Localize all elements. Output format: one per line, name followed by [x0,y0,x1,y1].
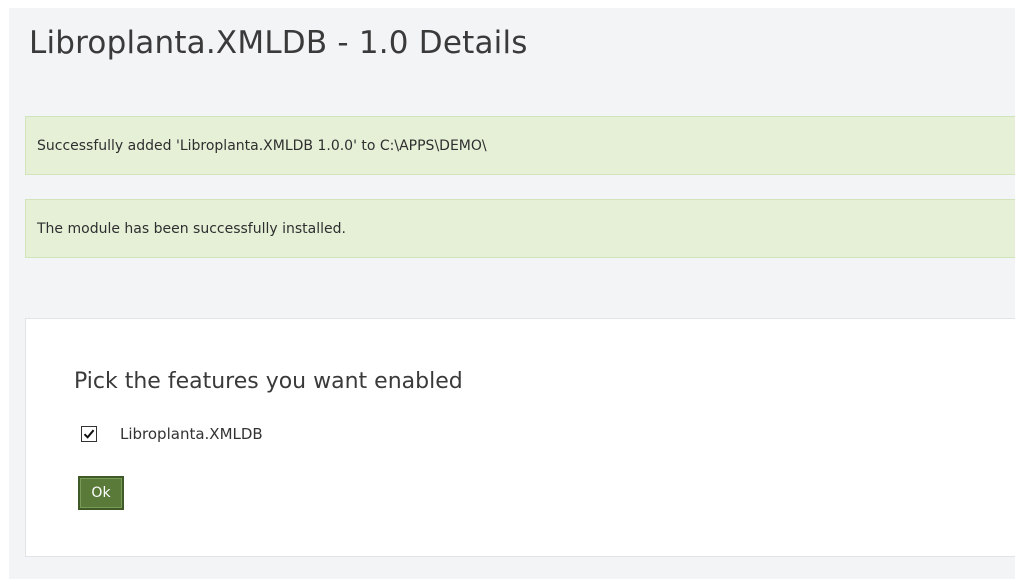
page-title: Libroplanta.XMLDB - 1.0 Details [29,25,528,61]
alert-message: Successfully added 'Libroplanta.XMLDB 1.… [37,137,487,154]
feature-label[interactable]: Libroplanta.XMLDB [120,425,263,443]
check-icon [83,429,95,439]
features-panel: Pick the features you want enabled Libro… [25,318,1015,557]
ok-button[interactable]: Ok [78,476,124,510]
alert-message: The module has been successfully install… [37,220,346,237]
feature-item: Libroplanta.XMLDB [81,422,263,446]
page-container: Libroplanta.XMLDB - 1.0 Details Successf… [9,8,1015,579]
success-alert-added: Successfully added 'Libroplanta.XMLDB 1.… [25,116,1015,175]
feature-checkbox[interactable] [81,426,97,442]
success-alert-installed: The module has been successfully install… [25,199,1015,258]
features-heading: Pick the features you want enabled [74,369,463,394]
